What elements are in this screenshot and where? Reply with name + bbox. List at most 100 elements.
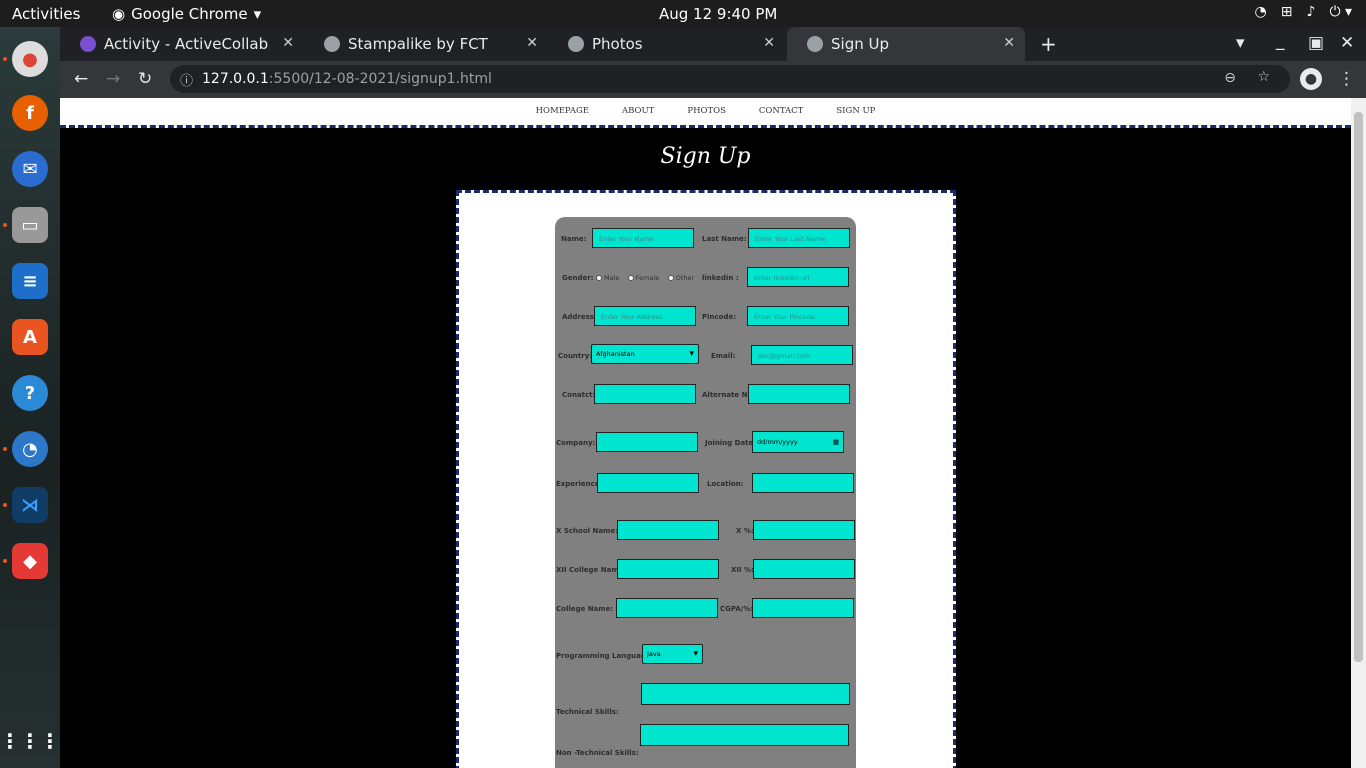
location-input[interactable] bbox=[752, 473, 854, 493]
running-indicator bbox=[3, 503, 7, 507]
back-icon[interactable]: ← bbox=[74, 69, 88, 89]
site-navbar: HOMEPAGE ABOUT PHOTOS CONTACT SIGN UP bbox=[60, 98, 1351, 128]
company-label: Company: bbox=[556, 439, 596, 447]
email-input[interactable]: abc@gmail.com bbox=[751, 345, 853, 365]
tab-strip: Activity - ActiveCollab ✕ Stampalike by F… bbox=[60, 27, 1366, 61]
new-tab-button[interactable]: + bbox=[1040, 32, 1057, 56]
programming-language-label: Programming Language: bbox=[556, 652, 654, 660]
dock: ● f ✉ ▭ ≡ A ? ◔ ⋊ ◆ ⋮⋮⋮ bbox=[0, 27, 60, 768]
linkedin-input[interactable]: Enter linkedin url bbox=[747, 267, 849, 287]
timer-icon[interactable]: ◔ bbox=[1255, 4, 1267, 20]
x-school-input[interactable] bbox=[617, 520, 719, 540]
tab-signup[interactable]: Sign Up ✕ bbox=[787, 27, 1025, 61]
technical-skills-textarea[interactable] bbox=[641, 683, 850, 705]
country-select[interactable]: Afghanistan ▾ bbox=[591, 344, 699, 364]
show-apps-icon[interactable]: ⋮⋮⋮ bbox=[0, 723, 60, 759]
firefox-dock-icon[interactable]: f bbox=[12, 95, 48, 131]
reload-icon[interactable]: ↻ bbox=[138, 69, 152, 89]
other-radio[interactable] bbox=[667, 275, 674, 281]
timer-dock-icon[interactable]: ◔ bbox=[12, 431, 48, 467]
page-scrollbar[interactable] bbox=[1351, 98, 1366, 768]
joining-date-input[interactable]: dd/mm/yyyy ▦ bbox=[752, 431, 844, 453]
x-percent-input[interactable] bbox=[753, 520, 855, 540]
experience-input[interactable] bbox=[597, 473, 699, 493]
last-name-input[interactable]: Enter Your Last Name bbox=[748, 228, 850, 248]
name-label: Name: bbox=[561, 235, 587, 243]
close-icon[interactable]: ✕ bbox=[282, 35, 294, 51]
close-icon[interactable]: ✕ bbox=[763, 35, 775, 51]
cgpa-input[interactable] bbox=[752, 598, 854, 618]
writer-dock-icon[interactable]: ≡ bbox=[12, 263, 48, 299]
nav-signup[interactable]: SIGN UP bbox=[836, 106, 875, 125]
technical-skills-label: Technical Skills: bbox=[556, 708, 619, 716]
alternate-no-input[interactable] bbox=[748, 384, 850, 404]
pincode-label: Pincode: bbox=[702, 313, 737, 321]
help-dock-icon[interactable]: ? bbox=[12, 375, 48, 411]
close-icon[interactable]: ✕ bbox=[526, 35, 538, 51]
clock[interactable]: Aug 12 9:40 PM bbox=[659, 5, 777, 23]
system-tray[interactable]: ◔ ⊞ ♪ ⏻ ▾ bbox=[1255, 4, 1352, 20]
system-top-bar: Activities ◉ Google Chrome ▾ Aug 12 9:40 P… bbox=[0, 0, 1366, 27]
contact-label: Conatct: bbox=[562, 391, 596, 399]
location-label: Location: bbox=[707, 480, 744, 488]
last-name-label: Last Name: bbox=[702, 235, 747, 243]
app-menu[interactable]: ◉ Google Chrome ▾ bbox=[112, 5, 261, 23]
xii-percent-input[interactable] bbox=[753, 559, 855, 579]
running-indicator bbox=[3, 223, 7, 227]
anydesk-dock-icon[interactable]: ◆ bbox=[12, 543, 48, 579]
close-window-icon[interactable]: ✕ bbox=[1340, 33, 1354, 53]
maximize-icon[interactable]: ▣ bbox=[1308, 33, 1324, 53]
tab-photos[interactable]: Photos ✕ bbox=[548, 27, 785, 61]
name-input[interactable]: Enter Your Name bbox=[592, 228, 694, 248]
calendar-icon[interactable]: ▦ bbox=[833, 438, 839, 446]
scrollbar-thumb[interactable] bbox=[1354, 112, 1363, 662]
college-label: College Name: bbox=[556, 605, 614, 613]
xii-percent-label: XII %: bbox=[731, 566, 754, 574]
contact-input[interactable] bbox=[594, 384, 696, 404]
female-radio[interactable] bbox=[627, 275, 634, 281]
tab-stampalike[interactable]: Stampalike by FCT ✕ bbox=[304, 27, 548, 61]
thunderbird-dock-icon[interactable]: ✉ bbox=[12, 151, 48, 187]
pincode-input[interactable]: Enter Your Pincode bbox=[747, 306, 849, 326]
globe-icon bbox=[807, 36, 823, 52]
forward-icon[interactable]: → bbox=[106, 69, 120, 89]
running-indicator bbox=[3, 447, 7, 451]
volume-icon[interactable]: ♪ bbox=[1307, 4, 1316, 20]
non-technical-skills-textarea[interactable] bbox=[640, 724, 849, 746]
network-icon[interactable]: ⊞ bbox=[1281, 4, 1293, 20]
info-icon[interactable]: ⓘ bbox=[180, 70, 193, 89]
college-input[interactable] bbox=[616, 598, 718, 618]
zoom-icon[interactable]: ⊖ bbox=[1224, 70, 1236, 86]
nav-about[interactable]: ABOUT bbox=[622, 106, 654, 125]
male-radio[interactable] bbox=[595, 275, 602, 281]
programming-language-select[interactable]: Java ▾ bbox=[642, 644, 703, 664]
activities-button[interactable]: Activities bbox=[12, 5, 80, 23]
experience-label: Experience: bbox=[556, 480, 603, 488]
chevron-down-icon: ▾ bbox=[689, 349, 694, 359]
tab-activecollab[interactable]: Activity - ActiveCollab ✕ bbox=[60, 27, 304, 61]
address-bar[interactable]: ⓘ 127.0.0.1:5500/12-08-2021/signup1.html… bbox=[170, 65, 1290, 93]
nav-photos[interactable]: PHOTOS bbox=[687, 106, 726, 125]
linkedin-label: linkedin : bbox=[702, 274, 739, 282]
email-label: Email: bbox=[711, 352, 736, 360]
page-viewport: HOMEPAGE ABOUT PHOTOS CONTACT SIGN UP Si… bbox=[60, 98, 1351, 768]
profile-icon[interactable]: ● bbox=[1300, 68, 1322, 90]
nav-homepage[interactable]: HOMEPAGE bbox=[536, 106, 589, 125]
close-icon[interactable]: ✕ bbox=[1003, 35, 1015, 51]
nav-contact[interactable]: CONTACT bbox=[759, 106, 803, 125]
address-input[interactable]: Enter Your Address bbox=[594, 306, 696, 326]
power-icon[interactable]: ⏻ ▾ bbox=[1329, 4, 1352, 20]
vscode-dock-icon[interactable]: ⋊ bbox=[12, 487, 48, 523]
tab-search-icon[interactable]: ▾ bbox=[1236, 33, 1245, 53]
xii-college-input[interactable] bbox=[617, 559, 719, 579]
files-dock-icon[interactable]: ▭ bbox=[12, 207, 48, 243]
browser-toolbar: ← → ↻ ⓘ 127.0.0.1:5500/12-08-2021/signup… bbox=[60, 61, 1366, 98]
software-dock-icon[interactable]: A bbox=[12, 319, 48, 355]
minimize-icon[interactable]: _ bbox=[1276, 31, 1285, 51]
chrome-dock-icon[interactable]: ● bbox=[12, 41, 48, 77]
company-input[interactable] bbox=[596, 432, 698, 452]
x-percent-label: X %: bbox=[736, 527, 754, 535]
page-title: Sign Up bbox=[660, 144, 751, 169]
menu-icon[interactable]: ⋮ bbox=[1338, 69, 1355, 89]
bookmark-star-icon[interactable]: ☆ bbox=[1257, 69, 1270, 85]
